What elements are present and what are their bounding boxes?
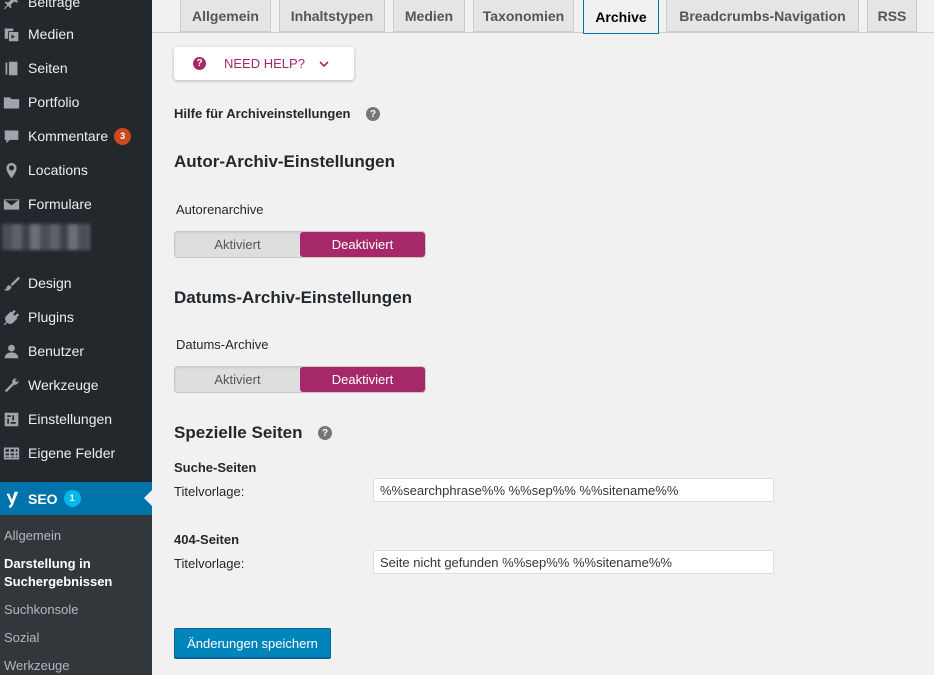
archive-help-label: Hilfe für Archiveinstellungen [174,106,351,121]
plugin-icon [1,307,21,327]
404-title-template-label: Titelvorlage: [174,556,245,571]
table-icon [1,443,21,463]
sidebar-item-label: Werkzeuge [28,377,99,393]
author-archive-heading: Autor-Archiv-Einstellungen [174,152,396,171]
comment-icon [1,126,21,146]
author-archives-label: Autorenarchive [176,202,264,217]
search-title-template-label: Titelvorlage: [174,484,245,499]
brush-icon [1,273,21,293]
sidebar-item-tools[interactable]: Werkzeuge [0,368,152,402]
blurred-menu-item [2,224,90,250]
tab-archives[interactable]: Archive [583,0,659,34]
404-pages-heading: 404-Seiten [174,532,240,547]
chevron-down-icon [319,59,329,69]
sidebar-item-label: Einstellungen [28,411,113,427]
mail-icon [1,194,21,214]
404-title-template-input[interactable] [373,550,774,574]
tab-general[interactable]: Allgemein [180,0,271,32]
date-archives-enabled-option[interactable]: Aktiviert [175,367,300,392]
tab-content-types[interactable]: Inhaltstypen [279,0,385,32]
sidebar-item-label: Portfolio [28,94,80,110]
admin-sidebar: Beiträge Medien Seiten Portfolio Komment… [0,0,152,675]
sidebar-item-label: Eigene Felder [28,445,116,461]
tab-media[interactable]: Medien [393,0,465,32]
seo-notification-badge: 1 [63,490,81,507]
folder-icon [1,92,21,112]
sidebar-item-media[interactable]: Medien [0,17,152,51]
sidebar-item-pages[interactable]: Seiten [0,51,152,85]
save-changes-button[interactable]: Änderungen speichern [174,628,331,658]
sidebar-item-seo[interactable]: SEO 1 [0,482,152,515]
sidebar-item-forms[interactable]: Formulare [0,187,152,221]
sidebar-item-label: Formulare [28,196,92,212]
submenu-item-general[interactable]: Allgemein [4,527,61,545]
sidebar-item-settings[interactable]: Einstellungen [0,402,152,436]
sidebar-item-locations[interactable]: Locations [0,153,152,187]
pages-icon [1,58,21,78]
current-menu-arrow [144,490,152,506]
sidebar-item-label: Kommentare [28,128,109,144]
yoast-icon [1,489,21,509]
special-pages-heading: Spezielle Seiten [174,423,303,442]
author-archives-disabled-option[interactable]: Deaktiviert [300,232,425,257]
submenu-item-tools[interactable]: Werkzeuge [4,657,70,675]
media-icon [1,24,21,44]
search-pages-heading: Suche-Seiten [174,460,257,475]
special-pages-help-icon[interactable]: ? [318,426,332,440]
need-help-label: NEED HELP? [224,56,305,71]
sidebar-item-label: Benutzer [28,343,85,359]
tab-breadcrumbs[interactable]: Breadcrumbs-Navigation [666,0,859,32]
tab-baseline [152,32,934,33]
sidebar-item-comments[interactable]: Kommentare 3 [0,119,152,153]
submenu-item-social[interactable]: Sozial [4,629,39,647]
author-archives-enabled-option[interactable]: Aktiviert [175,232,300,257]
need-help-button[interactable]: ? NEED HELP? [174,47,354,80]
user-icon [1,341,21,361]
sidebar-item-portfolio[interactable]: Portfolio [0,85,152,119]
location-icon [1,160,21,180]
wrench-icon [1,375,21,395]
pin-icon [1,0,21,12]
sidebar-item-design[interactable]: Design [0,266,152,300]
date-archives-disabled-option[interactable]: Deaktiviert [300,367,425,392]
sidebar-item-label: Design [28,275,72,291]
comment-count-badge: 3 [114,127,132,145]
author-archives-toggle: Aktiviert Deaktiviert [174,231,426,258]
tab-taxonomies[interactable]: Taxonomien [473,0,574,32]
sidebar-item-label: Seiten [28,60,68,76]
seo-submenu: Allgemein Darstellung in Suchergebnissen… [0,515,152,675]
question-icon: ? [193,57,206,70]
sidebar-item-label: Medien [28,26,74,42]
date-archive-heading: Datums-Archiv-Einstellungen [174,288,413,307]
settings-icon [1,409,21,429]
sidebar-item-custom-fields[interactable]: Eigene Felder [0,436,152,470]
date-archives-label: Datums-Archive [176,337,269,352]
sidebar-item-label: Beiträge [28,0,81,10]
submenu-item-label-line2: Suchergebnissen [4,574,113,589]
tab-rss[interactable]: RSS [867,0,917,32]
sidebar-item-plugins[interactable]: Plugins [0,300,152,334]
sidebar-item-label: SEO [28,490,58,507]
date-archives-toggle: Aktiviert Deaktiviert [174,366,426,393]
sidebar-item-label: Plugins [28,309,74,325]
submenu-item-label: Darstellung in [4,556,91,571]
submenu-item-search-appearance[interactable]: Darstellung in Suchergebnissen [4,555,112,591]
help-question-icon[interactable]: ? [366,107,380,121]
search-title-template-input[interactable] [373,478,774,502]
sidebar-item-users[interactable]: Benutzer [0,334,152,368]
sidebar-item-label: Locations [28,162,88,178]
submenu-item-search-console[interactable]: Suchkonsole [4,601,78,619]
